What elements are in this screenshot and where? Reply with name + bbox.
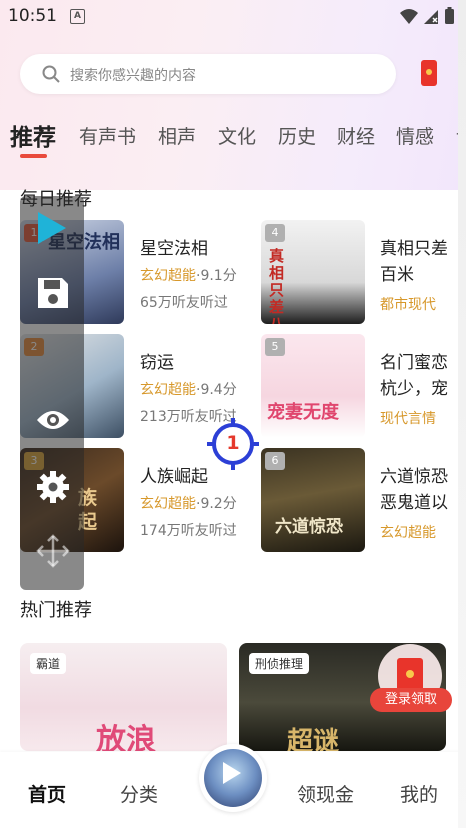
tab-finance[interactable]: 财经 bbox=[337, 122, 375, 149]
book-title-line2: 恶鬼道以 bbox=[380, 493, 448, 513]
nav-mine[interactable]: 我的 bbox=[400, 780, 438, 807]
tab-history[interactable]: 历史 bbox=[278, 122, 316, 149]
book-title: 窃运 bbox=[140, 353, 174, 373]
hot-card-tag: 霸道 bbox=[30, 653, 67, 674]
scroll-edge bbox=[458, 0, 466, 828]
book-title-line2: 百米 bbox=[380, 265, 414, 285]
target-number: 1 bbox=[226, 432, 240, 454]
floating-tool-panel bbox=[20, 196, 84, 590]
search-placeholder: 搜索你感兴趣的内容 bbox=[70, 68, 196, 84]
book-cover: 6 六道惊恐 bbox=[261, 448, 365, 552]
active-tab-indicator bbox=[20, 154, 47, 158]
hot-recommend-title: 热门推荐 bbox=[20, 600, 92, 621]
book-title: 人族崛起 bbox=[140, 467, 208, 487]
book-genre: 玄幻超能 bbox=[380, 525, 436, 541]
cover-title: 真相只差八百米 bbox=[269, 247, 285, 325]
eye-icon[interactable] bbox=[36, 408, 70, 436]
nav-home[interactable]: 首页 bbox=[28, 780, 66, 807]
hot-card[interactable]: 霸道 放浪 bbox=[20, 643, 227, 751]
wifi-signal-battery-icon bbox=[400, 7, 454, 24]
nav-cash[interactable]: 领现金 bbox=[297, 780, 354, 807]
player-button[interactable] bbox=[199, 744, 267, 812]
book-title-line1: 真相只差 bbox=[380, 239, 448, 259]
status-icons bbox=[398, 6, 458, 30]
cover-title: 宠妻无度 bbox=[267, 402, 339, 423]
book-listeners: 174万听友听过 bbox=[140, 523, 237, 539]
book-listeners: 65万听友听过 bbox=[140, 295, 228, 311]
rank-badge: 6 bbox=[265, 452, 285, 470]
book-cover: 5 宠妻无度 bbox=[261, 334, 365, 438]
book-title-line1: 六道惊恐 bbox=[380, 467, 448, 487]
book-genre: 玄幻超能 bbox=[140, 496, 196, 512]
tab-culture[interactable]: 文化 bbox=[218, 122, 256, 149]
tab-recommend[interactable]: 推荐 bbox=[10, 118, 56, 152]
play-icon[interactable] bbox=[36, 210, 68, 250]
book-title: 星空法相 bbox=[140, 239, 208, 259]
tab-crosstalk[interactable]: 相声 bbox=[158, 122, 196, 149]
book-title-line2: 杭少，宠 bbox=[380, 379, 448, 399]
status-bar: 10:51 A bbox=[0, 0, 466, 34]
cover-title: 六道惊恐 bbox=[275, 517, 343, 537]
login-reward-button[interactable]: 登录领取 bbox=[370, 688, 452, 712]
red-packet-icon[interactable] bbox=[421, 60, 437, 86]
book-score: 9.1分 bbox=[200, 268, 237, 284]
notification-icon: A bbox=[70, 9, 85, 24]
book-genre-score: 玄幻超能·9.1分 bbox=[140, 268, 237, 284]
move-icon[interactable] bbox=[36, 534, 70, 572]
rank-badge: 5 bbox=[265, 338, 285, 356]
book-genre-score: 玄幻超能·9.4分 bbox=[140, 382, 237, 398]
book-genre: 玄幻超能 bbox=[140, 382, 196, 398]
red-envelope-icon bbox=[397, 658, 423, 692]
book-title-line1: 名门蜜恋 bbox=[380, 353, 448, 373]
status-time: 10:51 bbox=[8, 6, 57, 26]
book-cover: 4 真相只差八百米 bbox=[261, 220, 365, 324]
book-genre: 玄幻超能 bbox=[140, 268, 196, 284]
search-bar[interactable]: 搜索你感兴趣的内容 bbox=[20, 54, 396, 94]
book-score: 9.2分 bbox=[200, 496, 237, 512]
book-genre: 都市现代 bbox=[380, 297, 436, 313]
hot-card-cover-title: 超谜 bbox=[287, 727, 340, 751]
target-crosshair-icon: 1 bbox=[207, 418, 259, 470]
book-score: 9.4分 bbox=[200, 382, 237, 398]
play-icon bbox=[223, 762, 241, 784]
tab-emotion[interactable]: 情感 bbox=[396, 122, 434, 149]
search-icon bbox=[42, 65, 60, 87]
tab-audiobook[interactable]: 有声书 bbox=[79, 122, 136, 149]
save-icon[interactable] bbox=[36, 276, 70, 314]
nav-category[interactable]: 分类 bbox=[120, 780, 158, 807]
hot-card-tag: 刑侦推理 bbox=[249, 653, 310, 674]
gear-icon[interactable] bbox=[36, 470, 70, 508]
book-genre-score: 玄幻超能·9.2分 bbox=[140, 496, 237, 512]
book-genre: 现代言情 bbox=[380, 411, 436, 427]
rank-badge: 4 bbox=[265, 224, 285, 242]
hot-card-cover-title: 放浪 bbox=[96, 723, 156, 751]
